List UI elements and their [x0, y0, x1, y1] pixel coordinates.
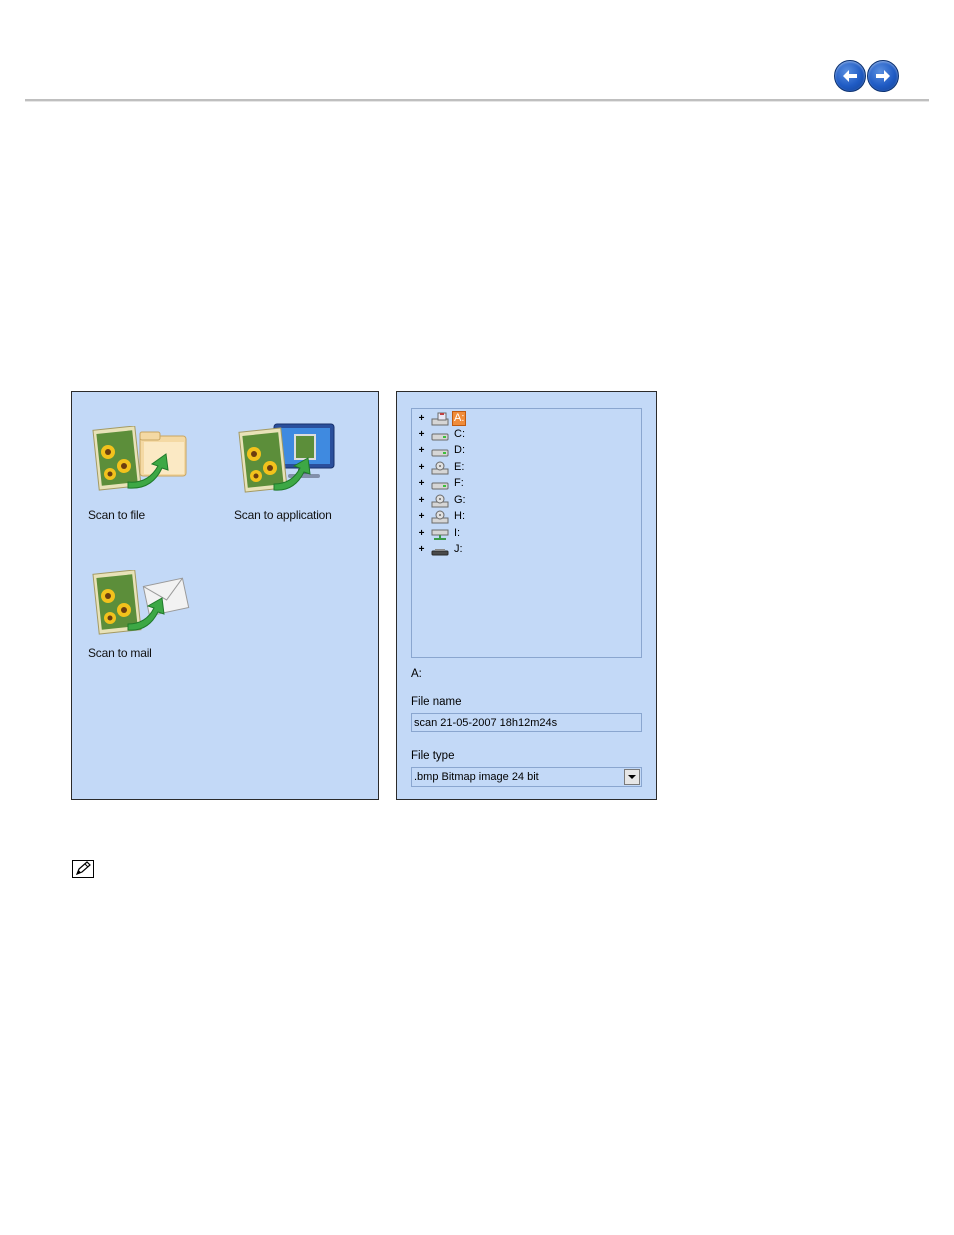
arrow-right-circle-icon: [876, 70, 890, 82]
scan-to-mail-label: Scan to mail: [88, 646, 152, 660]
drive-label: J:: [454, 543, 463, 555]
scan-to-application-item[interactable]: Scan to application: [234, 422, 344, 526]
drive-label: H:: [454, 510, 465, 522]
chevron-down-icon[interactable]: [624, 769, 640, 785]
expand-icon[interactable]: +: [418, 545, 425, 555]
tree-item-drive-a[interactable]: + A:: [412, 411, 641, 427]
cd-drive-icon: [431, 510, 449, 524]
expand-icon[interactable]: +: [418, 446, 425, 456]
drive-label: E:: [454, 461, 465, 473]
expand-icon[interactable]: +: [418, 512, 425, 522]
network-drive-icon: [431, 529, 449, 540]
scan-to-mail-item[interactable]: Scan to mail: [88, 570, 198, 670]
cd-drive-icon: [431, 494, 449, 508]
expand-icon[interactable]: +: [418, 463, 425, 473]
drive-label: C:: [454, 428, 465, 440]
note-pencil-icon: [72, 860, 94, 878]
tree-item-drive-g[interactable]: + G:: [412, 493, 641, 509]
removable-drive-icon: [431, 549, 449, 556]
file-name-label: File name: [411, 696, 462, 708]
drive-label: A:: [451, 411, 467, 426]
arrow-left-circle-icon: [843, 70, 857, 82]
file-name-field[interactable]: [411, 713, 642, 732]
scan-to-application-label: Scan to application: [234, 508, 332, 522]
tree-item-drive-c[interactable]: + C:: [412, 427, 641, 443]
cd-drive-icon: [431, 461, 449, 475]
tree-item-drive-f[interactable]: + F:: [412, 476, 641, 492]
scan-to-file-icon: [92, 426, 187, 491]
hard-drive-icon: [431, 482, 449, 490]
file-destination-panel: + A: + C: + D: + E: + F: + G: + H: + I: …: [396, 391, 657, 800]
scan-to-file-label: Scan to file: [88, 508, 145, 522]
file-type-value: .bmp Bitmap image 24 bit: [414, 771, 539, 783]
header-divider: [25, 99, 929, 102]
expand-icon[interactable]: +: [418, 496, 425, 506]
scan-to-file-item[interactable]: Scan to file: [88, 426, 198, 526]
tree-item-drive-d[interactable]: + D:: [412, 443, 641, 459]
expand-icon[interactable]: +: [418, 529, 425, 539]
file-type-label: File type: [411, 750, 455, 762]
selected-path: A:: [411, 668, 422, 680]
forward-button[interactable]: [867, 60, 899, 92]
floppy-drive-icon: [431, 412, 449, 426]
hard-drive-icon: [431, 433, 449, 441]
back-button[interactable]: [834, 60, 866, 92]
drive-tree[interactable]: + A: + C: + D: + E: + F: + G: + H: + I: …: [411, 408, 642, 658]
scan-to-application-icon: [238, 423, 335, 493]
expand-icon[interactable]: +: [418, 430, 425, 440]
file-type-select[interactable]: .bmp Bitmap image 24 bit: [411, 767, 642, 787]
tree-item-drive-i[interactable]: + I:: [412, 526, 641, 542]
tree-item-drive-h[interactable]: + H:: [412, 509, 641, 525]
scan-to-mail-icon: [92, 570, 190, 635]
hard-drive-icon: [431, 449, 449, 457]
drive-label: I:: [454, 527, 461, 539]
scan-destination-panel: Scan to file Scan to application Scan to…: [71, 391, 379, 800]
tree-item-drive-e[interactable]: + E:: [412, 460, 641, 476]
expand-icon[interactable]: +: [418, 414, 425, 424]
drive-label: D:: [454, 444, 465, 456]
expand-icon[interactable]: +: [418, 479, 425, 489]
drive-label: G:: [454, 494, 466, 506]
drive-label: F:: [454, 477, 464, 489]
tree-item-drive-j[interactable]: + J:: [412, 542, 641, 558]
